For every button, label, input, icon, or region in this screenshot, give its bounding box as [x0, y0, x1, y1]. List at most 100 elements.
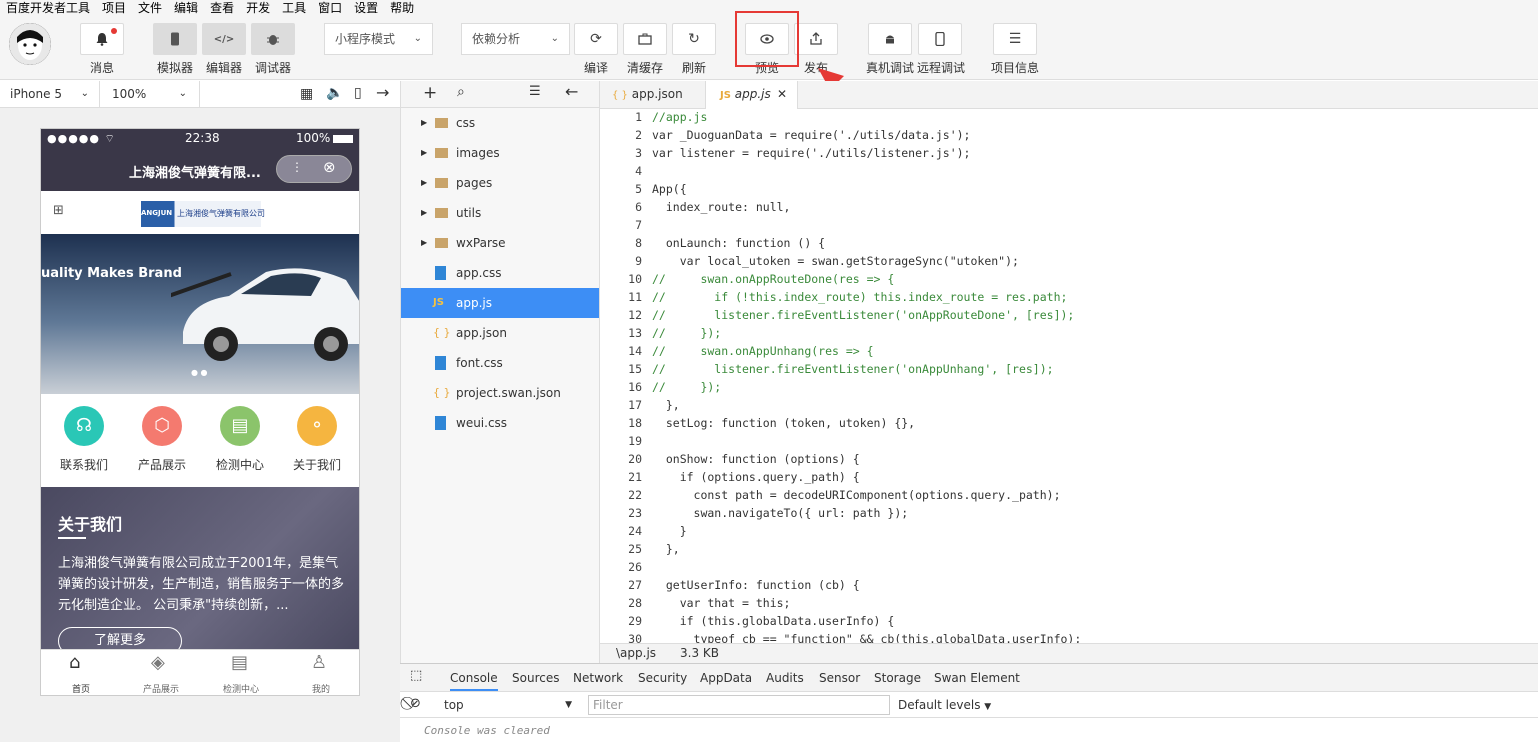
code-line[interactable]: getUserInfo: function (cb) {	[652, 576, 1081, 594]
tab-app-json[interactable]: { } app.json	[600, 81, 706, 108]
tab-home[interactable]: 首页	[51, 682, 111, 695]
code-line[interactable]	[652, 558, 1081, 576]
devtools-tab-console[interactable]: Console	[450, 664, 498, 691]
devtools-tab-sources[interactable]: Sources	[512, 664, 559, 691]
devtools-tab-security[interactable]: Security	[638, 664, 687, 691]
code-line[interactable]: var that = this;	[652, 594, 1081, 612]
menu-file[interactable]: 文件	[132, 0, 168, 16]
code-line[interactable]	[652, 432, 1081, 450]
menu-help[interactable]: 帮助	[384, 0, 420, 16]
zoom-select[interactable]: 100% ⌄	[100, 81, 200, 107]
code-line[interactable]: swan.navigateTo({ url: path });	[652, 504, 1081, 522]
compile-button[interactable]: ⟳	[574, 23, 618, 55]
filter-input[interactable]: Filter	[588, 695, 890, 715]
code-line[interactable]: onLaunch: function () {	[652, 234, 1081, 252]
tree-folder-css[interactable]: ▶ css	[401, 108, 599, 138]
code-lines[interactable]: //app.js var _DuoguanData = require('./ut…	[652, 108, 1081, 648]
context-select[interactable]: top ▼	[436, 695, 576, 715]
editor-toggle[interactable]: </>	[202, 23, 246, 55]
nav-about[interactable]: 关于我们	[287, 456, 347, 473]
layers-icon[interactable]: ◈	[151, 652, 165, 673]
dependency-select[interactable]: 依赖分析 ⌄	[461, 23, 570, 55]
menu-app[interactable]: 百度开发者工具	[0, 0, 96, 16]
refresh-button[interactable]: ↻	[672, 23, 716, 55]
code-line[interactable]: setLog: function (token, utoken) {},	[652, 414, 1081, 432]
menu-develop[interactable]: 开发	[240, 0, 276, 16]
devtools-tab-appdata[interactable]: AppData	[700, 664, 752, 691]
code-line[interactable]: // listener.fireEventListener('onAppUnha…	[652, 360, 1081, 378]
arrow-right-icon[interactable]: →	[376, 83, 389, 102]
publish-button[interactable]	[794, 23, 838, 55]
code-line[interactable]: var _DuoguanData = require('./utils/data…	[652, 126, 1081, 144]
tree-file-project-swan-json[interactable]: { } project.swan.json	[401, 378, 599, 408]
menu-edit[interactable]: 编辑	[168, 0, 204, 16]
code-line[interactable]: var local_utoken = swan.getStorageSync("…	[652, 252, 1081, 270]
inspect-icon[interactable]: ⬚	[410, 668, 422, 683]
code-line[interactable]: },	[652, 540, 1081, 558]
code-line[interactable]: // });	[652, 324, 1081, 342]
code-line[interactable]: // swan.onAppRouteDone(res => {	[652, 270, 1081, 288]
devtools-tab-sensor[interactable]: Sensor	[819, 664, 860, 691]
code-line[interactable]: onShow: function (options) {	[652, 450, 1081, 468]
tree-folder-pages[interactable]: ▶ pages	[401, 168, 599, 198]
debugger-toggle[interactable]	[251, 23, 295, 55]
real-device-debug-button[interactable]	[868, 23, 912, 55]
code-line[interactable]: // listener.fireEventListener('onAppRout…	[652, 306, 1081, 324]
arrow-left-icon[interactable]: ←	[565, 82, 578, 101]
simulator-toggle[interactable]	[153, 23, 197, 55]
device-select[interactable]: iPhone 5 ⌄	[0, 81, 100, 107]
tab-mine[interactable]: 我的	[291, 682, 351, 695]
project-info-button[interactable]: ☰	[993, 23, 1037, 55]
report-icon[interactable]: ▤	[220, 406, 260, 446]
tree-file-app-js[interactable]: JS app.js	[401, 288, 599, 318]
document-icon[interactable]: ▤	[231, 652, 248, 673]
volume-icon[interactable]: 🔈	[326, 85, 343, 101]
code-line[interactable]	[652, 162, 1081, 180]
menu-settings[interactable]: 设置	[348, 0, 384, 16]
code-line[interactable]: if (this.globalData.userInfo) {	[652, 612, 1081, 630]
avatar[interactable]	[9, 23, 51, 65]
close-icon[interactable]: ✕	[777, 81, 787, 108]
code-line[interactable]: const path = decodeURIComponent(options.…	[652, 486, 1081, 504]
tree-file-app-css[interactable]: app.css	[401, 258, 599, 288]
tab-app-js[interactable]: JS app.js ✕	[706, 81, 798, 109]
tree-file-font-css[interactable]: font.css	[401, 348, 599, 378]
box-icon[interactable]: ⬡	[142, 406, 182, 446]
menu-project[interactable]: 项目	[96, 0, 132, 16]
code-line[interactable]: var listener = require('./utils/listener…	[652, 144, 1081, 162]
search-icon[interactable]: ⌕	[457, 84, 465, 100]
mode-select[interactable]: 小程序模式 ⌄	[324, 23, 433, 55]
category-grid-icon[interactable]: ⊞	[53, 203, 64, 218]
tab-testing[interactable]: 检测中心	[211, 682, 271, 695]
nav-contact[interactable]: 联系我们	[54, 456, 114, 473]
tree-file-app-json[interactable]: { } app.json	[401, 318, 599, 348]
more-icon[interactable]: ⋮	[291, 160, 303, 174]
levels-select[interactable]: Default levels ▼	[898, 695, 998, 715]
menu-tools[interactable]: 工具	[276, 0, 312, 16]
tree-file-weui-css[interactable]: weui.css	[401, 408, 599, 438]
user-icon[interactable]: ♙	[311, 652, 327, 673]
code-line[interactable]: },	[652, 396, 1081, 414]
nav-products[interactable]: 产品展示	[132, 456, 192, 473]
share-icon[interactable]: ⚬	[297, 406, 337, 446]
tree-folder-wxparse[interactable]: ▶ wxParse	[401, 228, 599, 258]
code-line[interactable]: //app.js	[652, 108, 1081, 126]
collapse-icon[interactable]: ☰	[529, 84, 541, 99]
code-line[interactable]: // swan.onAppUnhang(res => {	[652, 342, 1081, 360]
tree-folder-utils[interactable]: ▶ utils	[401, 198, 599, 228]
menu-window[interactable]: 窗口	[312, 0, 348, 16]
banner-image[interactable]: uality Makes Brand ● ●	[41, 234, 359, 394]
headset-icon[interactable]: ☊	[64, 406, 104, 446]
devtools-tab-network[interactable]: Network	[573, 664, 623, 691]
tab-products[interactable]: 产品展示	[131, 682, 191, 695]
menu-view[interactable]: 查看	[204, 0, 240, 16]
nav-testing[interactable]: 检测中心	[210, 456, 270, 473]
devtools-tab-audits[interactable]: Audits	[766, 664, 804, 691]
code-line[interactable]: // });	[652, 378, 1081, 396]
add-icon[interactable]: +	[423, 83, 437, 103]
code-line[interactable]: if (options.query._path) {	[652, 468, 1081, 486]
capsule-menu[interactable]: ⋮ ⊗	[276, 155, 352, 183]
message-button[interactable]	[80, 23, 124, 55]
rotate-device-icon[interactable]: ▯	[354, 85, 362, 101]
devtools-tab-swan-element[interactable]: Swan Element	[934, 664, 1020, 691]
